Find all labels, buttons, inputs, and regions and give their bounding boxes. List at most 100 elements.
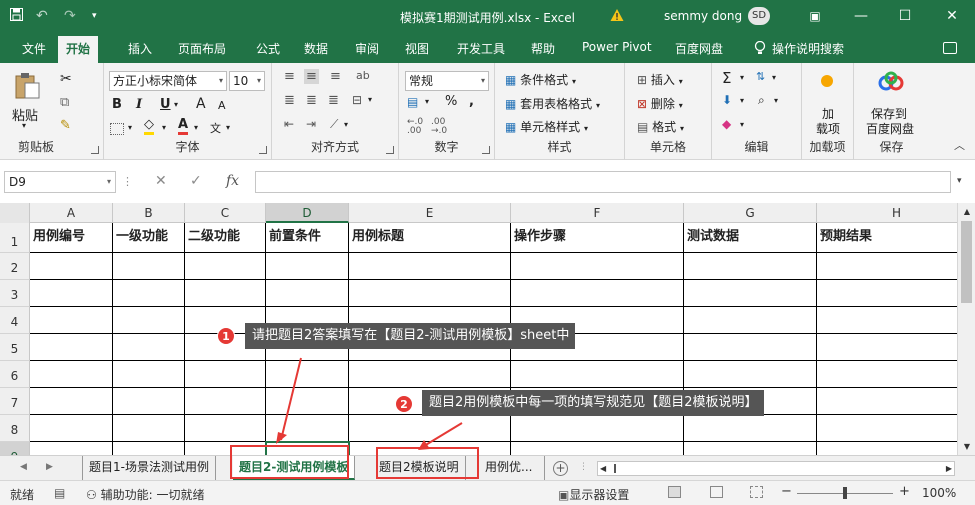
row-header-8[interactable]: 8 [0, 415, 30, 442]
formula-input[interactable] [255, 171, 951, 193]
decrease-indent-icon[interactable]: ⇤ [284, 117, 294, 131]
tab-review[interactable]: 审阅 [355, 40, 379, 57]
column-header-g[interactable]: G [684, 203, 817, 223]
tab-formulas[interactable]: 公式 [256, 40, 280, 57]
grid-cell[interactable] [684, 442, 817, 455]
underline-dropdown-icon[interactable]: ▾ [174, 100, 178, 109]
customize-qat-icon[interactable]: ▾ [92, 11, 97, 21]
grid-cell[interactable] [511, 280, 684, 307]
header-cell-case-id[interactable]: 用例编号 [30, 223, 113, 253]
column-header-e[interactable]: E [349, 203, 511, 223]
clear-dropdown-icon[interactable]: ▾ [740, 120, 744, 129]
increase-indent-icon[interactable]: ⇥ [306, 117, 316, 131]
grid-cell[interactable] [30, 280, 113, 307]
grow-font-button[interactable]: A [196, 96, 206, 112]
scroll-up-icon[interactable]: ▲ [958, 204, 975, 220]
tab-help[interactable]: 帮助 [531, 40, 555, 57]
accounting-format-icon[interactable]: ▤ [407, 95, 418, 109]
orientation-icon[interactable]: ⟋ [330, 117, 338, 132]
align-right-icon[interactable]: ≣ [328, 93, 339, 108]
minimize-button[interactable]: — [838, 0, 884, 33]
align-center-icon[interactable]: ≣ [306, 93, 317, 108]
grid-cell[interactable] [817, 307, 957, 334]
column-header-h[interactable]: H [817, 203, 957, 223]
scroll-left-icon[interactable]: ◀ [600, 462, 606, 475]
header-cell-case-title[interactable]: 用例标题 [349, 223, 511, 253]
format-as-table-button[interactable]: ▦ 套用表格格式 ▾ [505, 95, 600, 112]
merge-center-icon[interactable]: ⊟ [352, 93, 362, 107]
grid-cell[interactable] [684, 280, 817, 307]
find-select-icon[interactable]: ⌕ [758, 93, 765, 108]
alignment-launcher-icon[interactable] [386, 146, 394, 154]
macro-record-icon[interactable]: ▤ [54, 486, 65, 500]
row-header-4[interactable]: 4 [0, 307, 30, 334]
grid-cell[interactable] [817, 361, 957, 388]
grid-cell[interactable] [30, 361, 113, 388]
align-bottom-icon[interactable]: ≡ [330, 69, 341, 84]
horizontal-scrollbar[interactable]: ◀ ▶ [597, 461, 955, 476]
grid-cell[interactable] [30, 442, 113, 455]
undo-icon[interactable]: ↶ [36, 8, 48, 24]
name-box[interactable]: D9 ▾ [4, 171, 116, 193]
header-cell-steps[interactable]: 操作步骤 [511, 223, 684, 253]
phonetic-dropdown-icon[interactable]: ▾ [226, 123, 230, 132]
sheet-tab-more[interactable]: 用例优... [479, 456, 545, 480]
fill-color-icon[interactable]: ◇ [144, 118, 154, 135]
font-color-icon[interactable]: A [178, 118, 189, 135]
insert-cells-button[interactable]: ⊞ 插入 ▾ [637, 71, 683, 88]
tab-developer[interactable]: 开发工具 [457, 40, 505, 57]
grid-cell[interactable] [266, 388, 349, 415]
sheet-nav-next-icon[interactable]: ▶ [46, 462, 53, 472]
header-cell-expected-result[interactable]: 预期结果 [817, 223, 957, 253]
header-cell-level1-function[interactable]: 一级功能 [113, 223, 185, 253]
grid-cell[interactable] [511, 253, 684, 280]
add-sheet-icon[interactable]: + [553, 461, 568, 476]
number-format-select[interactable]: 常规 ▾ [405, 71, 489, 91]
cut-icon[interactable]: ✂ [60, 71, 72, 87]
shrink-font-button[interactable]: A [218, 99, 226, 112]
font-name-select[interactable]: 方正小标宋简体 ▾ [109, 71, 227, 91]
row-header-2[interactable]: 2 [0, 253, 30, 280]
grid-cell[interactable] [113, 334, 185, 361]
tab-insert[interactable]: 插入 [128, 40, 152, 57]
grid-cell[interactable] [266, 361, 349, 388]
expand-formula-bar-icon[interactable]: ▾ [957, 176, 962, 186]
autosum-icon[interactable]: Σ [722, 69, 731, 87]
percent-style-button[interactable]: % [445, 94, 457, 109]
autosum-dropdown-icon[interactable]: ▾ [740, 73, 744, 82]
grid-cell[interactable] [113, 388, 185, 415]
align-left-icon[interactable]: ≣ [284, 93, 295, 108]
tab-home[interactable]: 开始 [58, 36, 99, 63]
row-header-6[interactable]: 6 [0, 361, 30, 388]
borders-dropdown-icon[interactable]: ▾ [128, 123, 132, 132]
grid-cell[interactable] [817, 334, 957, 361]
save-icon[interactable] [10, 8, 23, 25]
sheet-tab-scenario[interactable]: 题目1-场景法测试用例 [82, 456, 216, 480]
borders-icon[interactable] [110, 121, 124, 135]
bold-button[interactable]: B [112, 97, 122, 112]
grid-cell[interactable] [349, 253, 511, 280]
grid-cell[interactable] [817, 388, 957, 415]
orientation-dropdown-icon[interactable]: ▾ [344, 120, 348, 129]
grid-cell[interactable] [511, 442, 684, 455]
grid-cell[interactable] [817, 442, 957, 455]
enter-icon[interactable]: ✓ [190, 173, 202, 189]
row-header-7[interactable]: 7 [0, 388, 30, 415]
grid-cell[interactable] [349, 415, 511, 442]
grid-cell[interactable] [817, 415, 957, 442]
paste-dropdown-icon[interactable]: ▾ [22, 121, 26, 130]
grid-cell[interactable] [349, 361, 511, 388]
grid-cell[interactable] [684, 361, 817, 388]
grid-cell[interactable] [185, 361, 266, 388]
zoom-out-icon[interactable]: − [781, 484, 792, 499]
grid-cell[interactable] [185, 280, 266, 307]
font-color-dropdown-icon[interactable]: ▾ [194, 123, 198, 132]
copy-icon[interactable]: ⧉ [60, 95, 69, 110]
grid-cell[interactable] [266, 253, 349, 280]
normal-view-icon[interactable] [668, 486, 681, 498]
row-header-1[interactable]: 1 [0, 223, 30, 253]
paste-icon[interactable] [12, 71, 42, 99]
grid-cell[interactable] [511, 361, 684, 388]
tab-page-layout[interactable]: 页面布局 [178, 40, 226, 57]
collapse-ribbon-icon[interactable]: ︿ [954, 137, 965, 153]
